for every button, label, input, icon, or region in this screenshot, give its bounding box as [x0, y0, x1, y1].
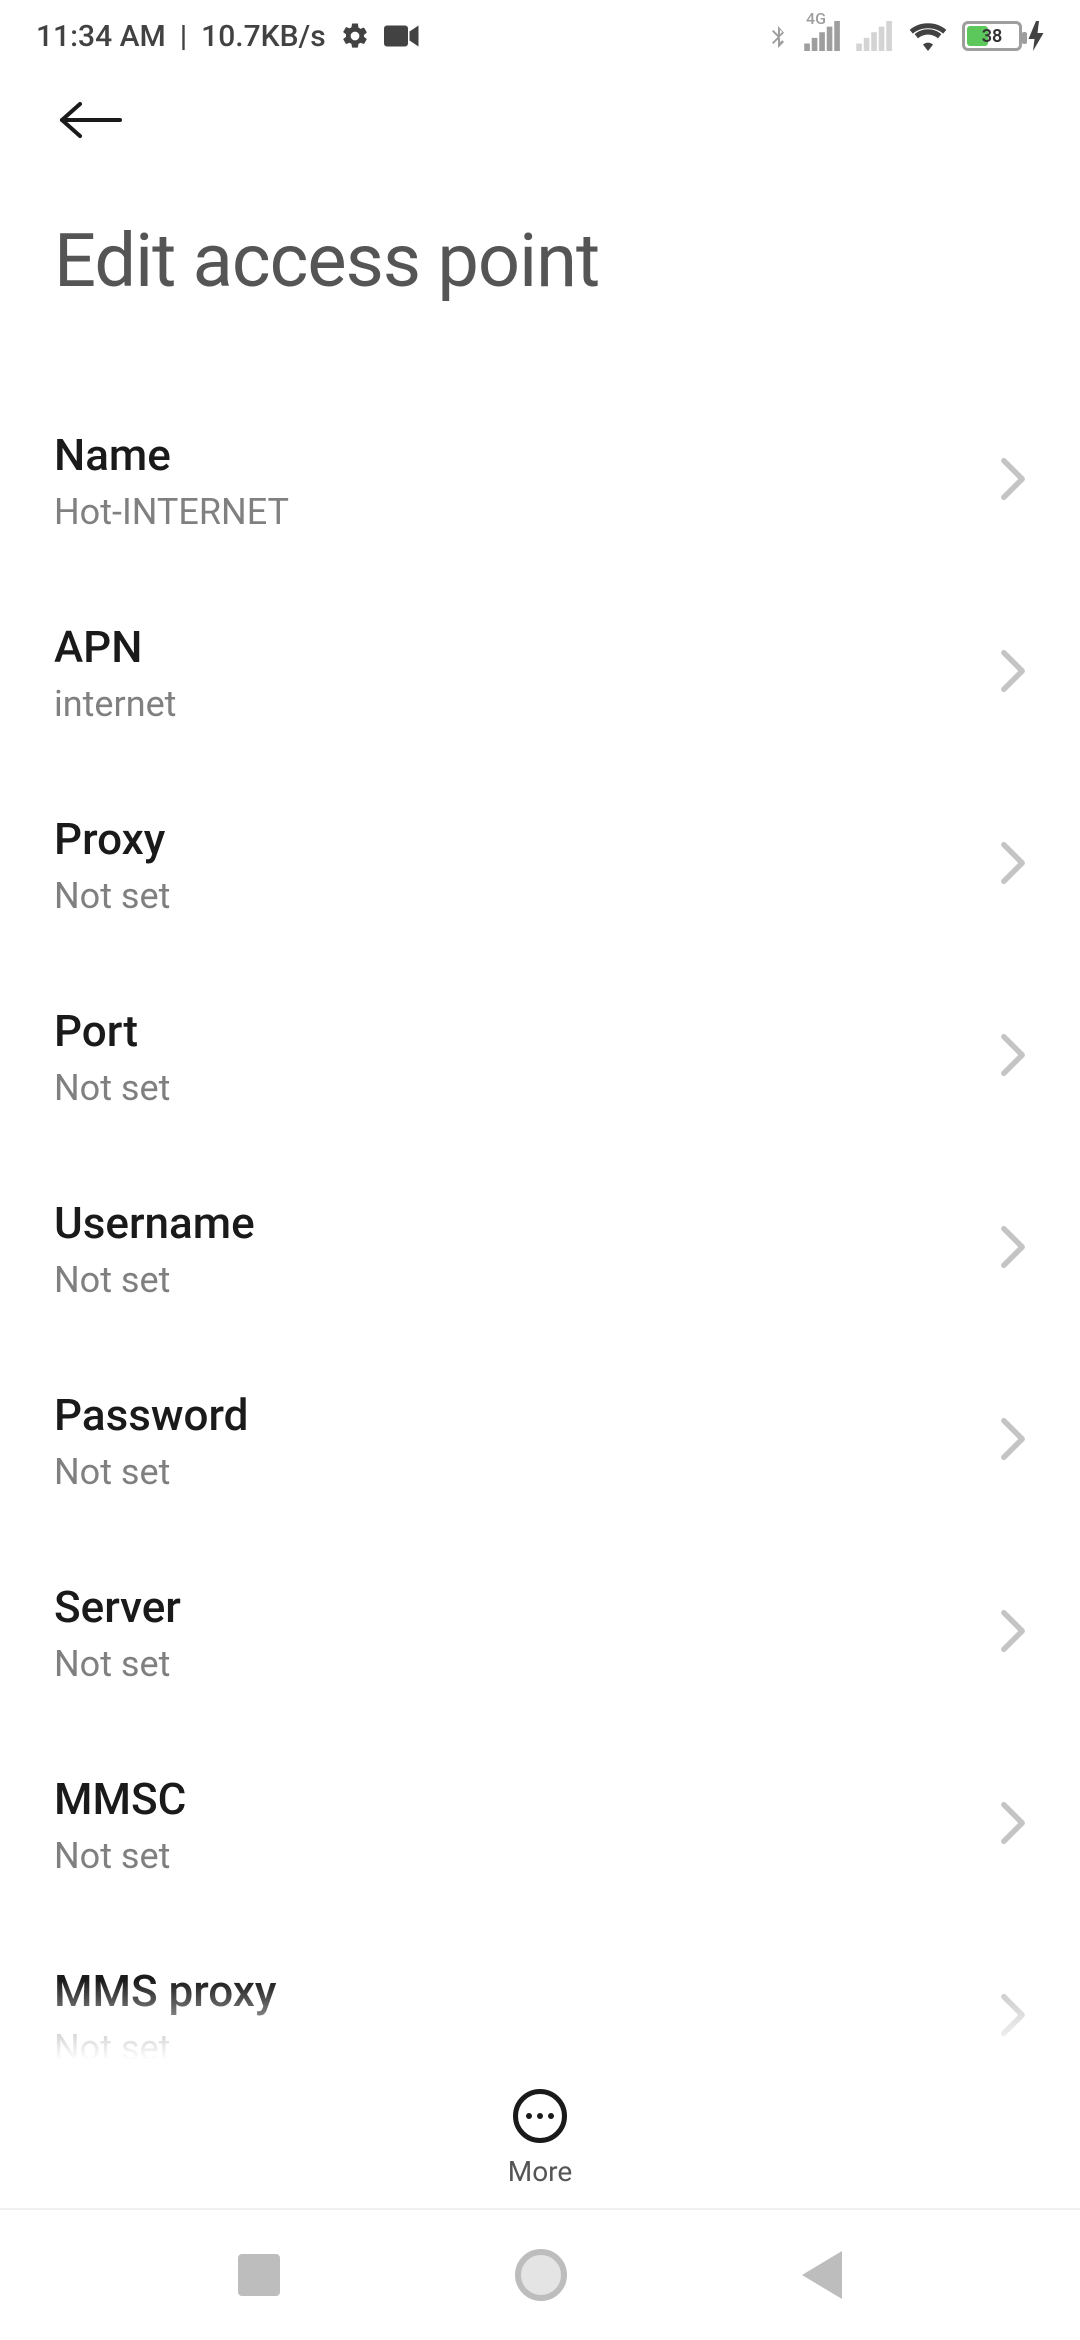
- item-label: APN: [54, 621, 176, 673]
- item-label: Name: [54, 429, 289, 481]
- item-label: Proxy: [54, 813, 170, 865]
- item-value: Not set: [54, 1835, 186, 1877]
- item-label: Username: [54, 1197, 255, 1249]
- page-title: Edit access point: [0, 164, 1080, 385]
- status-bar: 11:34 AM | 10.7KB/s 4G 38: [0, 0, 1080, 66]
- signal-4g-icon: 4G: [804, 21, 842, 51]
- chevron-right-icon: [1000, 457, 1026, 505]
- item-port[interactable]: Port Not set: [54, 961, 1026, 1153]
- item-name[interactable]: Name Hot-INTERNET: [54, 385, 1026, 577]
- item-proxy[interactable]: Proxy Not set: [54, 769, 1026, 961]
- item-value: Not set: [54, 1643, 181, 1685]
- item-value: Hot-INTERNET: [54, 491, 289, 533]
- camera-icon: [384, 23, 420, 49]
- item-username[interactable]: Username Not set: [54, 1153, 1026, 1345]
- chevron-right-icon: [1000, 649, 1026, 697]
- chevron-right-icon: [1000, 1801, 1026, 1849]
- item-value: Not set: [54, 1259, 255, 1301]
- battery-icon: 38: [962, 21, 1044, 51]
- item-label: MMSC: [54, 1773, 186, 1825]
- chevron-right-icon: [1000, 1033, 1026, 1081]
- status-time: 11:34 AM: [36, 19, 166, 54]
- chevron-right-icon: [1000, 1417, 1026, 1465]
- settings-list: Name Hot-INTERNET APN internet Proxy Not…: [0, 385, 1080, 2113]
- nav-back-icon[interactable]: [802, 2251, 842, 2299]
- status-left: 11:34 AM | 10.7KB/s: [36, 19, 420, 54]
- bluetooth-icon: [766, 18, 790, 54]
- wifi-icon: [908, 21, 948, 51]
- item-label: Server: [54, 1581, 181, 1633]
- item-apn[interactable]: APN internet: [54, 577, 1026, 769]
- chevron-right-icon: [1000, 1609, 1026, 1657]
- item-password[interactable]: Password Not set: [54, 1345, 1026, 1537]
- item-value: Not set: [54, 1451, 248, 1493]
- item-value: Not set: [54, 875, 170, 917]
- item-server[interactable]: Server Not set: [54, 1537, 1026, 1729]
- item-label: MMS proxy: [54, 1965, 276, 2017]
- back-button[interactable]: [54, 100, 1026, 144]
- bottom-action-bar: More: [0, 2059, 1080, 2208]
- item-value: Not set: [54, 1067, 170, 1109]
- item-label: Port: [54, 1005, 170, 1057]
- item-label: Password: [54, 1389, 248, 1441]
- status-separator: |: [180, 19, 187, 54]
- signal-nosim-icon: [856, 21, 894, 51]
- item-value: internet: [54, 683, 176, 725]
- status-right: 4G 38: [766, 18, 1044, 54]
- chevron-right-icon: [1000, 841, 1026, 889]
- status-speed: 10.7KB/s: [201, 19, 326, 54]
- more-icon: [513, 2089, 567, 2143]
- nav-home-icon[interactable]: [515, 2249, 567, 2301]
- more-label: More: [508, 2155, 573, 2188]
- system-nav-bar: [0, 2208, 1080, 2340]
- chevron-right-icon: [1000, 1225, 1026, 1273]
- nav-recents-icon[interactable]: [238, 2254, 280, 2296]
- more-button[interactable]: More: [508, 2089, 573, 2188]
- gear-icon: [340, 21, 370, 51]
- chevron-right-icon: [1000, 1993, 1026, 2041]
- item-mmsc[interactable]: MMSC Not set: [54, 1729, 1026, 1921]
